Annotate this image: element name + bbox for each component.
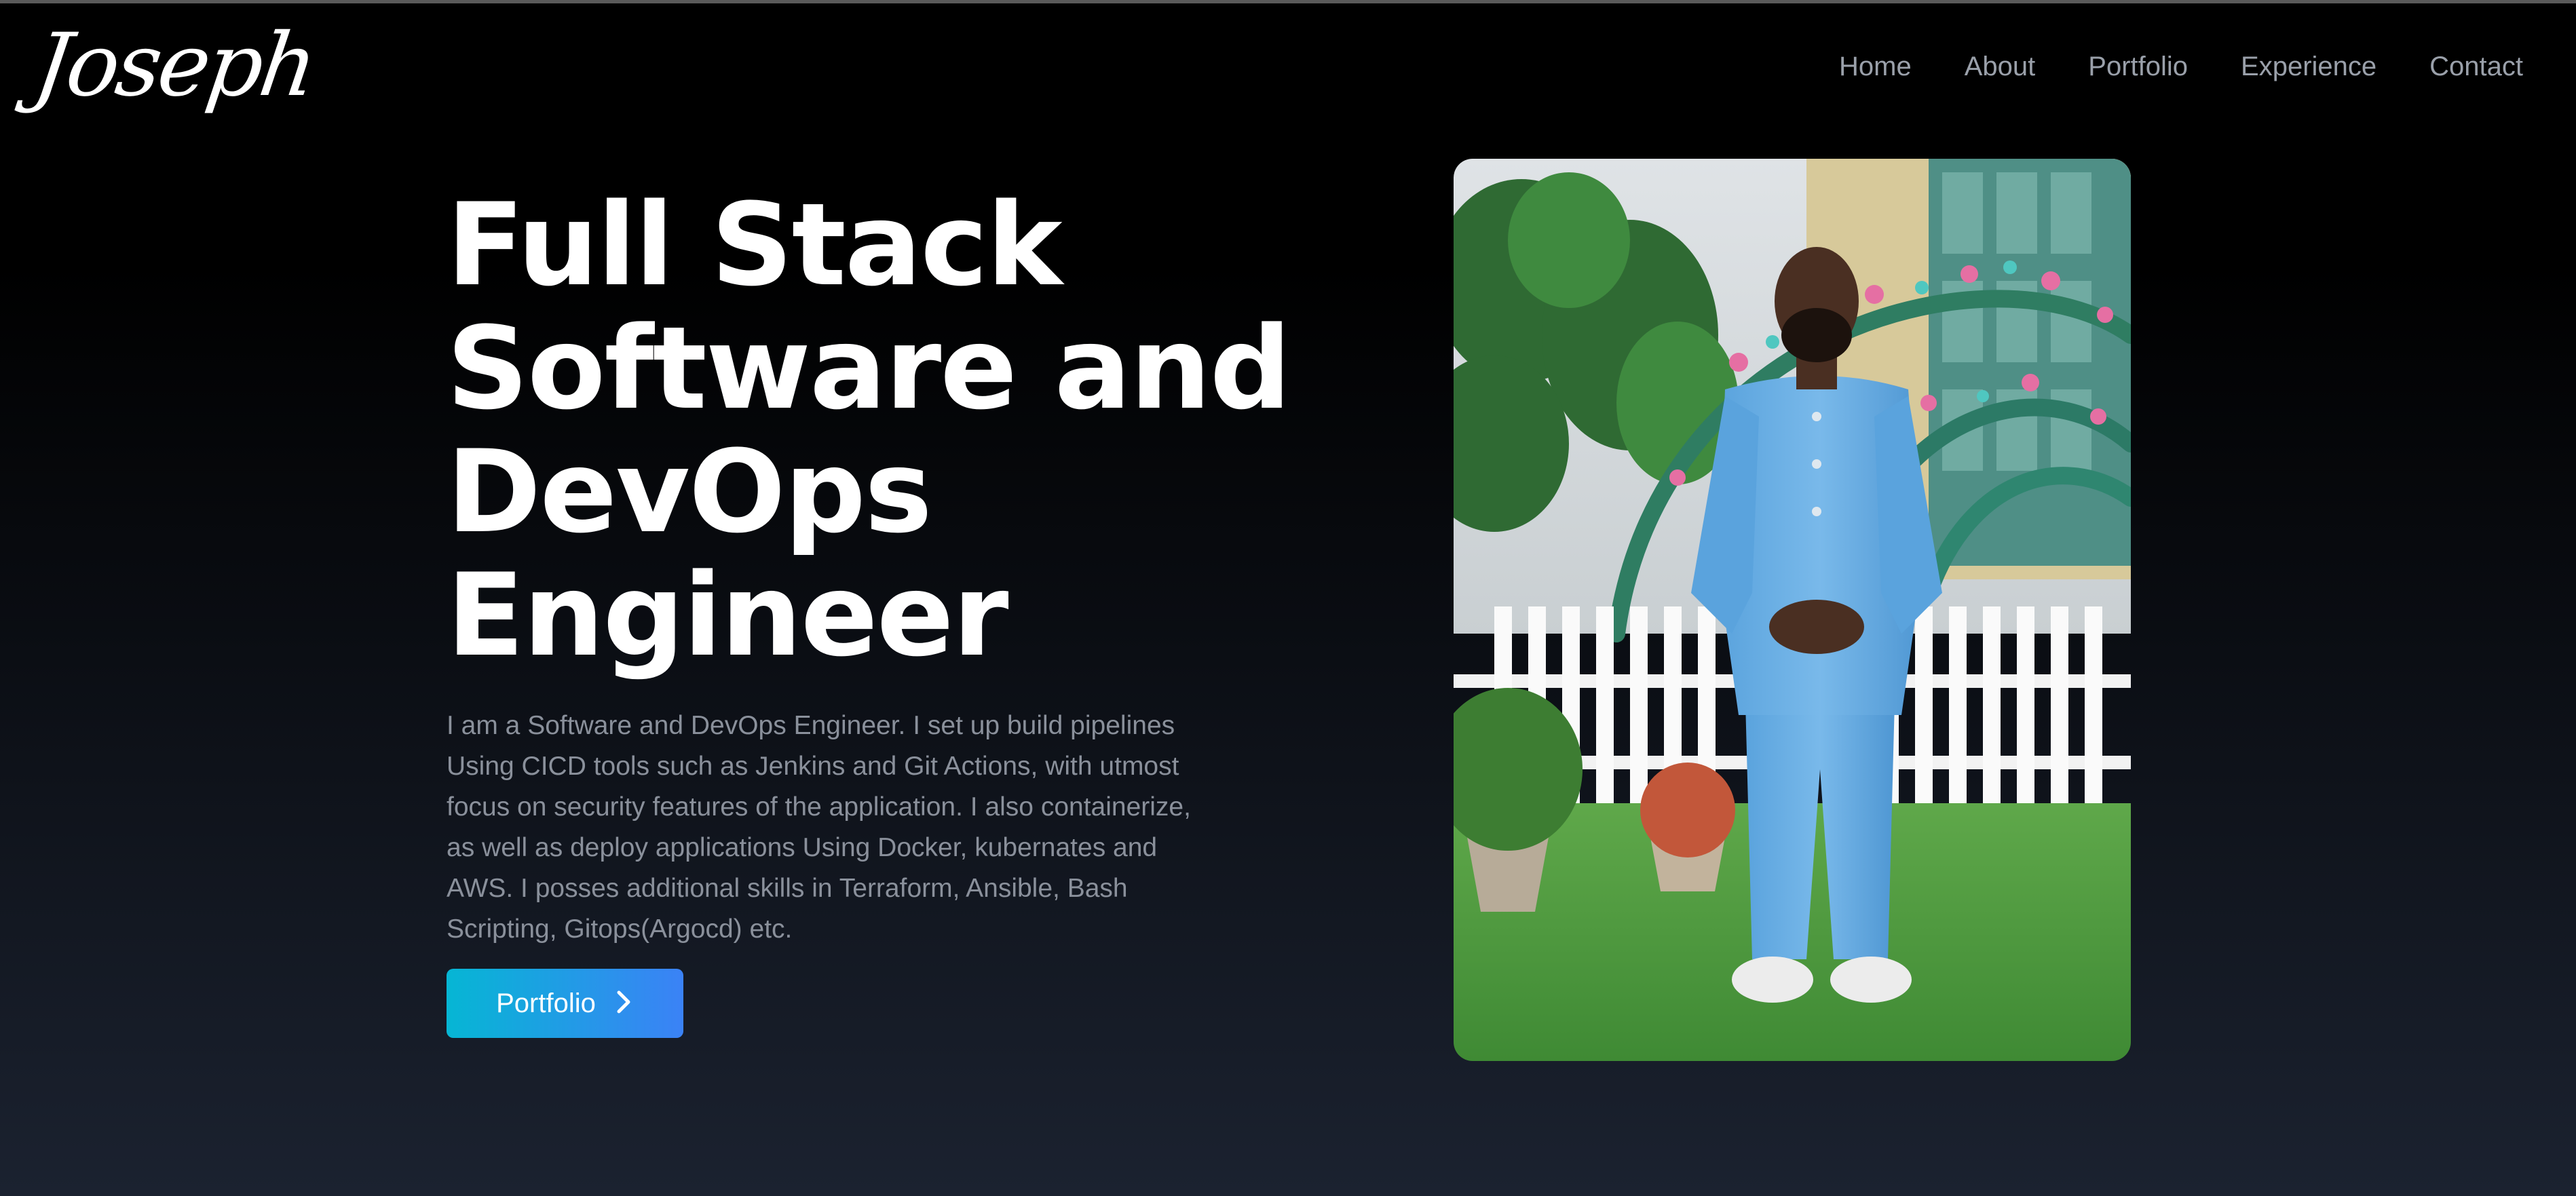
- nav-about[interactable]: About: [1965, 52, 2036, 82]
- headline-line: Engineer: [447, 549, 1009, 682]
- nav-home[interactable]: Home: [1839, 52, 1912, 82]
- portfolio-button[interactable]: Portfolio: [447, 969, 683, 1038]
- hero-headline: Full Stack Software and DevOps Engineer: [447, 183, 1295, 677]
- portfolio-button-label: Portfolio: [496, 988, 596, 1018]
- top-border: [0, 0, 2576, 3]
- chevron-right-icon: [613, 990, 634, 1017]
- hero-description: I am a Software and DevOps Engineer. I s…: [447, 711, 1191, 944]
- nav-portfolio[interactable]: Portfolio: [2088, 52, 2188, 82]
- profile-photo: [1454, 159, 2131, 1061]
- hero-section: Full Stack Software and DevOps Engineer …: [447, 183, 1295, 976]
- site-logo[interactable]: Joseph: [28, 14, 321, 118]
- main-nav: Home About Portfolio Experience Contact: [1839, 52, 2523, 82]
- nav-contact[interactable]: Contact: [2429, 52, 2523, 82]
- headline-line: Software and: [447, 302, 1291, 435]
- nav-experience[interactable]: Experience: [2241, 52, 2376, 82]
- headline-line: DevOps: [447, 425, 932, 558]
- headline-line: Full Stack: [447, 178, 1063, 311]
